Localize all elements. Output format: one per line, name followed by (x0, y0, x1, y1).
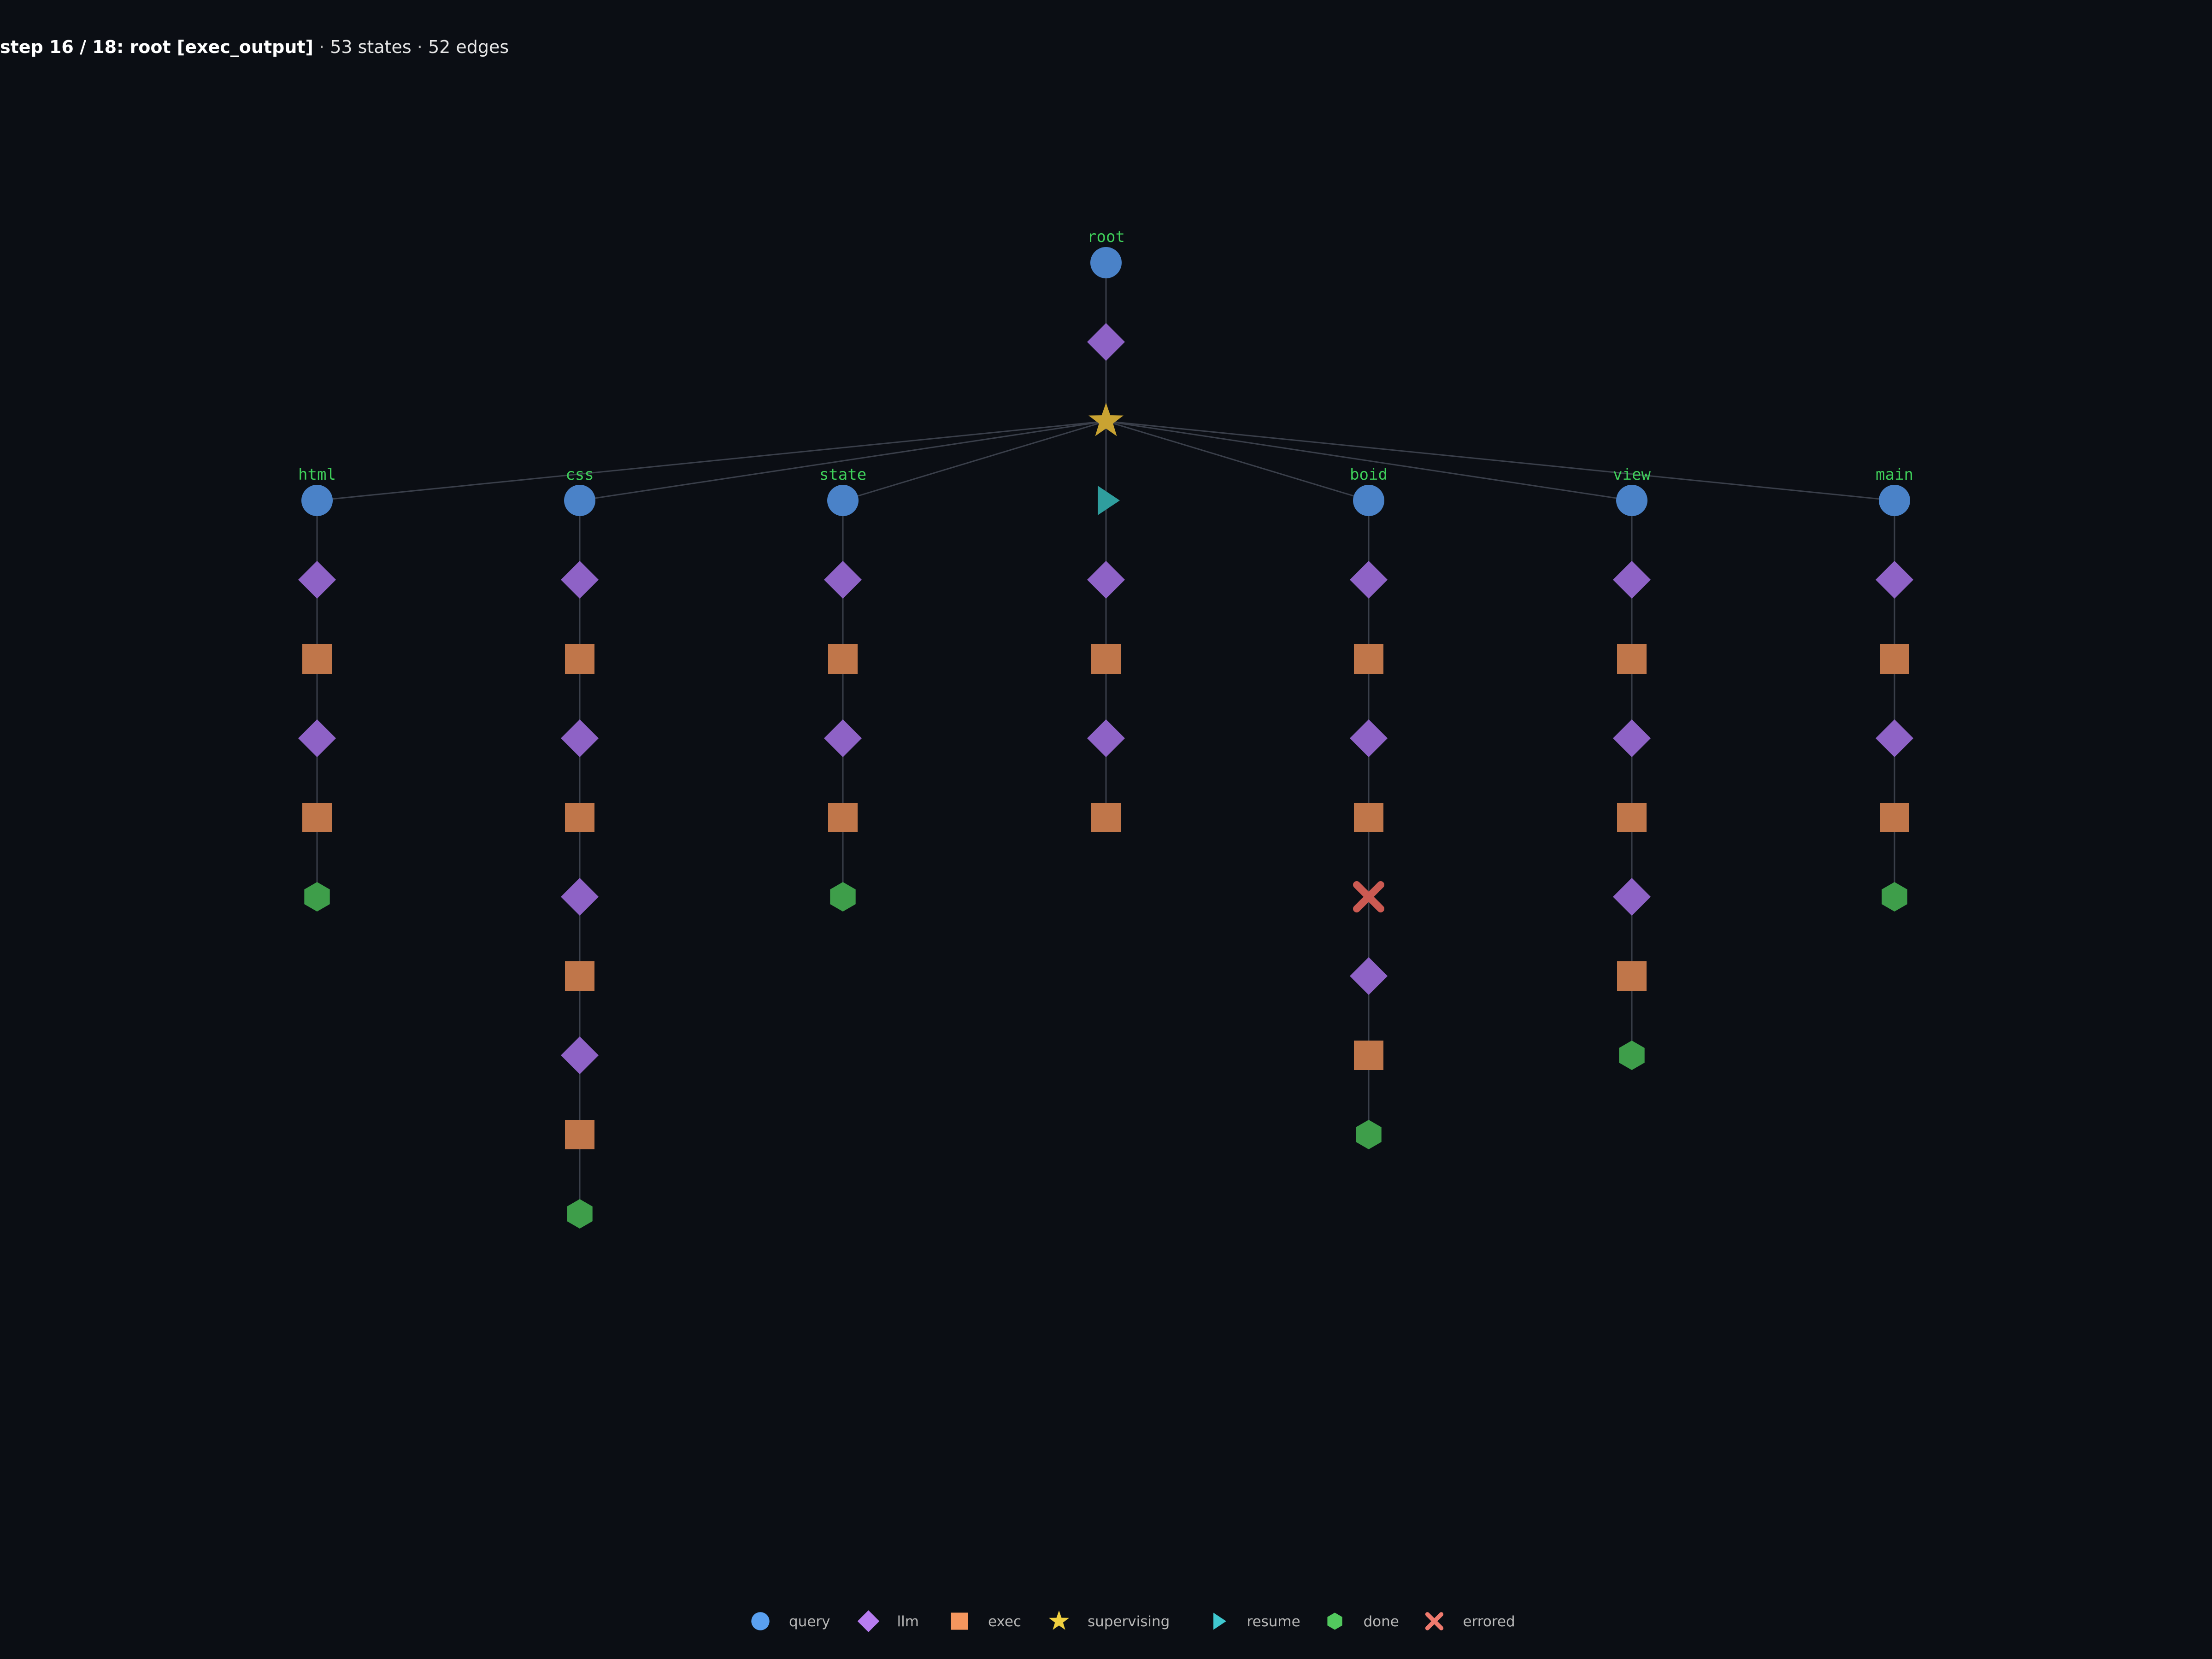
llm-node (857, 1610, 880, 1632)
exec-node (828, 803, 858, 832)
edge (317, 420, 1106, 501)
exec-node (1354, 803, 1383, 832)
llm-node (1087, 719, 1125, 757)
exec-node (565, 803, 594, 832)
query-node (1616, 485, 1647, 516)
resume-node (1213, 1612, 1226, 1630)
exec-node (951, 1612, 968, 1630)
legend-label: supervising (1088, 1613, 1170, 1630)
exec-node (302, 644, 332, 674)
edge (842, 420, 1106, 501)
legend-item-resume: resume (1213, 1612, 1300, 1630)
llm-node (1613, 561, 1651, 599)
diagram-stage: step 16 / 18: root [exec_output] · 53 st… (0, 0, 2212, 1659)
done-node (1619, 1041, 1645, 1070)
edge (1106, 420, 1895, 501)
legend-item-llm: llm (857, 1610, 919, 1632)
llm-node (824, 561, 862, 599)
llm-node (1350, 957, 1388, 995)
exec-node (1091, 803, 1121, 832)
legend-label: done (1364, 1613, 1399, 1630)
legend-item-query: query (751, 1612, 830, 1630)
node-label: html (298, 465, 336, 484)
legend-label: exec (988, 1613, 1021, 1630)
errored-node (1425, 1612, 1444, 1630)
legend: query llm exec supervising resume done errored (751, 1610, 1515, 1632)
exec-node (1091, 644, 1121, 674)
exec-node (828, 644, 858, 674)
llm-node (561, 719, 599, 757)
exec-node (302, 803, 332, 832)
llm-node (1613, 719, 1651, 757)
exec-node (1354, 644, 1383, 674)
query-node (1353, 485, 1384, 516)
edge (1106, 420, 1369, 501)
query-node (827, 485, 859, 516)
node-label: state (819, 465, 866, 484)
legend-item-done: done (1327, 1612, 1399, 1630)
done-node (567, 1199, 593, 1229)
legend-label: query (789, 1613, 830, 1630)
llm-node (1087, 323, 1125, 361)
llm-node (824, 719, 862, 757)
done-node (304, 882, 330, 912)
query-node (301, 485, 333, 516)
legend-label: errored (1463, 1613, 1515, 1630)
exec-node (1880, 644, 1909, 674)
llm-node (1087, 561, 1125, 599)
node-label: css (565, 465, 594, 484)
exec-node (1354, 1041, 1383, 1070)
exec-node (1617, 644, 1647, 674)
legend-item-exec: exec (951, 1612, 1021, 1630)
done-node (830, 882, 856, 912)
legend-item-supervising: supervising (1048, 1610, 1170, 1630)
done-node (1327, 1612, 1342, 1630)
llm-node (1876, 561, 1913, 599)
exec-node (565, 961, 594, 991)
llm-node (561, 561, 599, 599)
query-node (751, 1612, 770, 1630)
query-node (564, 485, 595, 516)
supervising-node (1048, 1610, 1070, 1630)
exec-node (565, 644, 594, 674)
state-graph: root html css state boid view main query llm exe… (298, 228, 1913, 1632)
llm-node (561, 878, 599, 916)
node-label: root (1087, 228, 1125, 246)
node-label: boid (1350, 465, 1388, 484)
exec-node (1617, 803, 1647, 832)
legend-label: llm (897, 1613, 919, 1630)
node-label: main (1876, 465, 1913, 484)
exec-node (1880, 803, 1909, 832)
node-label: view (1613, 465, 1651, 484)
done-node (1882, 882, 1907, 912)
llm-node (298, 561, 336, 599)
query-node (1879, 485, 1910, 516)
llm-node (1613, 878, 1651, 916)
query-node (1090, 247, 1122, 278)
llm-node (561, 1036, 599, 1074)
exec-node (565, 1120, 594, 1149)
legend-label: resume (1247, 1613, 1300, 1630)
llm-node (1350, 719, 1388, 757)
exec-node (1617, 961, 1647, 991)
resume-node (1098, 486, 1120, 515)
llm-node (298, 719, 336, 757)
llm-node (1350, 561, 1388, 599)
done-node (1356, 1120, 1382, 1149)
legend-item-errored: errored (1425, 1612, 1515, 1630)
llm-node (1876, 719, 1913, 757)
